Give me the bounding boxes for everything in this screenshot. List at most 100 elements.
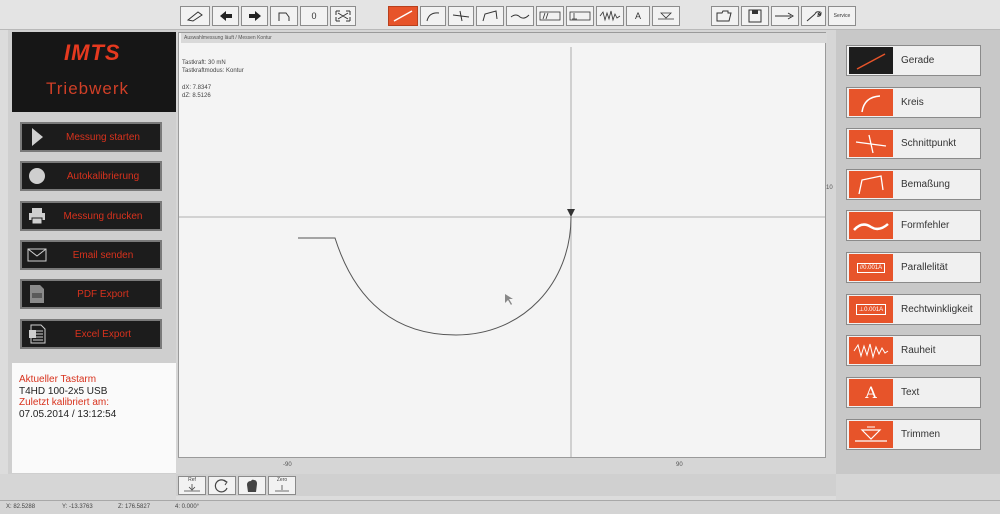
- refresh-icon: [214, 479, 228, 493]
- excel-export-button[interactable]: Excel Export: [20, 319, 162, 349]
- form-error-tool-button[interactable]: [506, 6, 534, 26]
- save-disk-icon: [748, 9, 762, 23]
- zero-icon: [275, 485, 289, 492]
- zero-button[interactable]: 0: [300, 6, 328, 26]
- tool-parallelitat-label: Parallelität: [901, 262, 948, 273]
- expand-icon: [335, 10, 351, 22]
- left-footer: [0, 474, 176, 500]
- hand-icon: [247, 479, 257, 492]
- tool-parallelitat[interactable]: //0.001A Parallelität: [846, 252, 981, 283]
- print-measurement-button[interactable]: Messung drucken: [20, 201, 162, 231]
- line-tool-button[interactable]: [388, 6, 418, 26]
- parallelism-icon: [539, 11, 561, 21]
- ref-button[interactable]: Ref: [178, 476, 206, 495]
- trim-tool-button[interactable]: [652, 6, 680, 26]
- tool-trimmen-label: Trimmen: [901, 429, 941, 440]
- service-button[interactable]: Service: [828, 6, 856, 26]
- eraser-icon: [186, 11, 203, 22]
- arc-tool-button[interactable]: [420, 6, 446, 26]
- form-error-icon: [853, 222, 889, 231]
- excel-document-icon: [29, 324, 46, 344]
- forward-button[interactable]: [241, 6, 268, 26]
- back-button[interactable]: [212, 6, 239, 26]
- tool-formfehler[interactable]: Formfehler: [846, 210, 981, 241]
- intersection-icon: [855, 134, 887, 153]
- calibrated-label: Zuletzt kalibriert am:: [19, 397, 110, 408]
- tool-kreis[interactable]: Kreis: [846, 87, 981, 118]
- tool-trimmen[interactable]: Trimmen: [846, 419, 981, 450]
- send-email-label: Email senden: [72, 249, 134, 261]
- print-measurement-label: Messung drucken: [63, 210, 143, 222]
- envelope-icon: [27, 248, 47, 262]
- trim-icon: [855, 426, 887, 442]
- folder-open-icon: [716, 10, 732, 22]
- tool-text-label: Text: [901, 387, 920, 398]
- line-icon: [856, 52, 886, 70]
- rotate-button[interactable]: [270, 6, 298, 26]
- text-tool-button[interactable]: A: [626, 6, 650, 26]
- roughness-tool-button[interactable]: [596, 6, 624, 26]
- dimension-icon: [858, 174, 884, 194]
- logo: IMTS Triebwerk: [12, 32, 180, 112]
- measured-contour: [298, 216, 572, 336]
- drawing-area: Auswahlmessung läuft / Messen Kontur Tas…: [176, 30, 836, 474]
- zero-reset-button[interactable]: Zero: [268, 476, 296, 495]
- reference-icon: [184, 484, 200, 492]
- pdf-export-label: PDF Export: [77, 288, 129, 300]
- measurement-canvas[interactable]: Auswahlmessung läuft / Messen Kontur Tas…: [178, 32, 827, 458]
- service-label: Service: [833, 13, 851, 19]
- y-tick-side: 10: [826, 185, 833, 191]
- calibrated-value: 07.05.2014 / 13:12:54: [19, 408, 117, 420]
- tool-rechtwinkligkeit[interactable]: ⊥0.001A Rechtwinkligkeit: [846, 294, 981, 325]
- tool-text[interactable]: A Text: [846, 377, 981, 408]
- save-button[interactable]: [741, 6, 769, 26]
- autocalibration-button[interactable]: Autokalibrierung: [20, 161, 162, 191]
- probe-button[interactable]: [238, 476, 266, 495]
- probe-label: Aktueller Tastarm: [19, 374, 97, 385]
- arc-icon: [861, 94, 881, 112]
- tool-schnittpunkt-label: Schnittpunkt: [901, 138, 957, 149]
- dimension-icon: [482, 10, 498, 22]
- y-coordinate: Y: -13.3763: [62, 504, 93, 510]
- autocalibration-label: Autokalibrierung: [66, 170, 140, 182]
- roughness-icon: [599, 10, 621, 22]
- tool-formfehler-label: Formfehler: [901, 220, 950, 231]
- parallelism-tool-button[interactable]: [536, 6, 564, 26]
- probe-info: Aktueller Tastarm T4HD 100-2x5 USB Zulet…: [12, 363, 180, 473]
- arrow-right-icon: [248, 11, 261, 21]
- tools-panel: Gerade Kreis Schnittpunkt Bemaßung Formf…: [836, 30, 1000, 474]
- pdf-document-icon: [30, 285, 44, 303]
- circle-icon: [29, 168, 45, 184]
- text-tool-label: A: [634, 11, 641, 21]
- play-icon: [32, 128, 43, 146]
- export-button[interactable]: [771, 6, 799, 26]
- arc-icon: [426, 12, 440, 22]
- status-bar: X: 82.5288 Y: -13.3763 Z: 176.5827 4: 0.…: [0, 500, 1000, 514]
- brand-mark: IMTS: [64, 40, 121, 65]
- excel-export-label: Excel Export: [74, 328, 132, 340]
- send-email-button[interactable]: Email senden: [20, 240, 162, 270]
- tool-gerade[interactable]: Gerade: [846, 45, 981, 76]
- pdf-export-button[interactable]: PDF Export: [20, 279, 162, 309]
- perpendicularity-icon: ⊥0.001A: [855, 304, 887, 315]
- rotate-icon: [278, 12, 290, 21]
- open-file-button[interactable]: [711, 6, 739, 26]
- intersection-tool-button[interactable]: [448, 6, 474, 26]
- tool-rauheit[interactable]: Rauheit: [846, 335, 981, 366]
- contour-plot: [179, 47, 825, 457]
- perpendicularity-tool-button[interactable]: [566, 6, 594, 26]
- dimension-tool-button[interactable]: [476, 6, 504, 26]
- x-tick-left: -90: [283, 462, 292, 468]
- refresh-button[interactable]: [208, 476, 236, 495]
- line-icon: [393, 10, 413, 22]
- start-measurement-button[interactable]: Messung starten: [20, 122, 162, 152]
- eraser-tool-button[interactable]: [180, 6, 210, 26]
- arrow-line-icon: [775, 12, 794, 20]
- settings-button[interactable]: [801, 6, 826, 26]
- zoom-fit-button[interactable]: [330, 6, 356, 26]
- probe-value: T4HD 100-2x5 USB: [19, 385, 108, 397]
- tool-bemassung[interactable]: Bemaßung: [846, 169, 981, 200]
- text-icon: A: [865, 383, 877, 402]
- roughness-icon: [853, 343, 889, 359]
- tool-schnittpunkt[interactable]: Schnittpunkt: [846, 128, 981, 159]
